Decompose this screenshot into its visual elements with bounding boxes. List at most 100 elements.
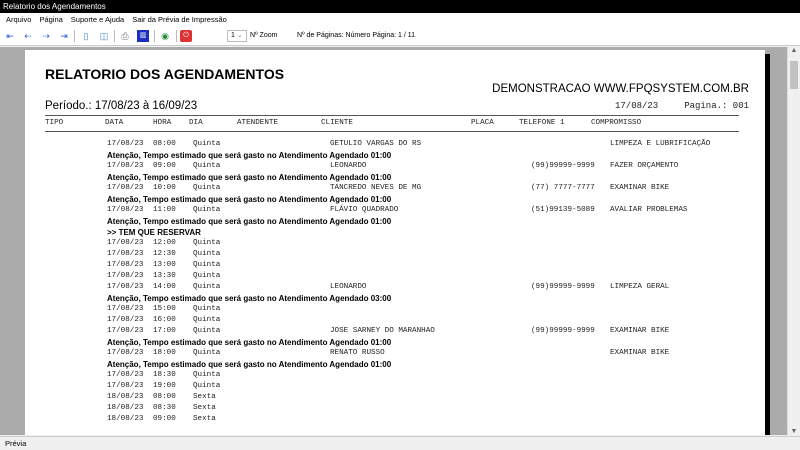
page-select[interactable]: 1 ⌄ <box>227 30 247 42</box>
cell-time: 09:00 <box>153 162 176 170</box>
cell-date: 17/08/23 <box>107 140 144 148</box>
cell-day: Quinta <box>193 371 221 379</box>
cell-day: Sexta <box>193 393 216 401</box>
print-icon[interactable]: ⎙ <box>119 30 131 42</box>
attention-note: Atenção, Tempo estimado que será gasto n… <box>107 195 392 204</box>
menu-bar: Arquivo Página Suporte e Ajuda Sair da P… <box>0 13 800 26</box>
cell-date: 18/08/23 <box>107 393 144 401</box>
cell-date: 17/08/23 <box>107 250 144 258</box>
close-preview-icon[interactable]: ⏻ <box>180 30 192 42</box>
cell-date: 17/08/23 <box>107 206 144 214</box>
col-placa: PLACA <box>471 119 494 127</box>
cell-date: 17/08/23 <box>107 162 144 170</box>
cell-phone: (99)99999-9999 <box>531 162 595 170</box>
col-tipo: TIPO <box>45 119 64 127</box>
menu-suporte[interactable]: Suporte e Ajuda <box>71 13 124 26</box>
cell-date: 17/08/23 <box>107 272 144 280</box>
page-select-value: 1 <box>231 32 235 39</box>
cell-time: 12:00 <box>153 239 176 247</box>
cell-phone: (51)99139-5089 <box>531 206 595 214</box>
cell-phone: (99)99999-9999 <box>531 283 595 291</box>
cell-day: Quinta <box>193 316 221 324</box>
cell-date: 17/08/23 <box>107 371 144 379</box>
attention-note: >> TEM QUE RESERVAR <box>107 228 201 237</box>
col-telefone: TELEFONE 1 <box>519 119 565 127</box>
report-page: RELATORIO DOS AGENDAMENTOS DEMONSTRACAO … <box>25 50 765 435</box>
cell-date: 17/08/23 <box>107 184 144 192</box>
cell-day: Quinta <box>193 349 221 357</box>
cell-time: 11:00 <box>153 206 176 214</box>
cell-day: Quinta <box>193 382 221 390</box>
cell-day: Quinta <box>193 250 221 258</box>
attention-note: Atenção, Tempo estimado que será gasto n… <box>107 217 392 226</box>
cell-task: EXAMINAR BIKE <box>610 327 670 335</box>
cell-date: 17/08/23 <box>107 316 144 324</box>
cell-time: 09:00 <box>153 415 176 423</box>
cell-client: RENATO RUSSO <box>330 349 385 357</box>
cell-time: 17:00 <box>153 327 176 335</box>
cell-time: 08:00 <box>153 393 176 401</box>
cell-day: Quinta <box>193 283 221 291</box>
cell-day: Sexta <box>193 415 216 423</box>
cell-day: Quinta <box>193 140 221 148</box>
cell-task: LIMPEZA E LUBRIFICAÇÃO <box>610 140 711 148</box>
col-dia: DIA <box>189 119 203 127</box>
pages-label: Nº de Páginas: Número Página: 1 / 11 <box>297 32 415 39</box>
cell-day: Quinta <box>193 239 221 247</box>
zoom-label: Nº Zoom <box>250 32 278 39</box>
cell-day: Quinta <box>193 305 221 313</box>
single-page-icon[interactable]: ▯ <box>80 30 92 42</box>
cell-date: 17/08/23 <box>107 239 144 247</box>
next-page-icon[interactable]: ⇢ <box>40 30 52 42</box>
menu-arquivo[interactable]: Arquivo <box>6 13 31 26</box>
cell-task: EXAMINAR BIKE <box>610 349 670 357</box>
company-name: DEMONSTRACAO WWW.FPQSYSTEM.COM.BR <box>492 83 749 95</box>
attention-note: Atenção, Tempo estimado que será gasto n… <box>107 360 392 369</box>
cell-task: LIMPEZA GERAL <box>610 283 670 291</box>
cell-date: 17/08/23 <box>107 382 144 390</box>
cell-time: 13:30 <box>153 272 176 280</box>
first-page-icon[interactable]: ⇤ <box>4 30 16 42</box>
cell-time: 13:00 <box>153 261 176 269</box>
two-pages-icon[interactable]: ◫ <box>98 30 110 42</box>
cell-day: Quinta <box>193 206 221 214</box>
attention-note: Atenção, Tempo estimado que será gasto n… <box>107 173 392 182</box>
col-cliente: CLIENTE <box>321 119 353 127</box>
attention-note: Atenção, Tempo estimado que será gasto n… <box>107 151 392 160</box>
web-icon[interactable]: ◉ <box>159 30 171 42</box>
last-page-icon[interactable]: ⇥ <box>58 30 70 42</box>
cell-task: AVALIAR PROBLEMAS <box>610 206 688 214</box>
menu-sair-previa[interactable]: Sair da Prévia de Impressão <box>132 13 227 26</box>
cell-time: 12:30 <box>153 250 176 258</box>
scroll-thumb[interactable] <box>790 61 798 89</box>
cell-client: LEONARDO <box>330 283 367 291</box>
cell-date: 17/08/23 <box>107 327 144 335</box>
cell-day: Quinta <box>193 327 221 335</box>
cell-date: 17/08/23 <box>107 305 144 313</box>
cell-date: 17/08/23 <box>107 261 144 269</box>
cell-time: 14:00 <box>153 283 176 291</box>
menu-pagina[interactable]: Página <box>39 13 62 26</box>
col-data: DATA <box>105 119 124 127</box>
prev-page-icon[interactable]: ⇠ <box>22 30 34 42</box>
cell-phone: (99)99999-9999 <box>531 327 595 335</box>
cell-client: TANCREDO NEVES DE MG <box>330 184 422 192</box>
cell-task: EXAMINAR BIKE <box>610 184 670 192</box>
cell-day: Sexta <box>193 404 216 412</box>
cell-client: JOSE SARNEY DO MARANHAO <box>330 327 435 335</box>
vertical-scrollbar[interactable]: ▲ ▼ <box>787 47 800 435</box>
cell-date: 17/08/23 <box>107 283 144 291</box>
cell-client: GETULIO VARGAS DO RS <box>330 140 422 148</box>
cell-date: 17/08/23 <box>107 349 144 357</box>
cell-day: Quinta <box>193 272 221 280</box>
cell-date: 18/08/23 <box>107 415 144 423</box>
cell-time: 15:00 <box>153 305 176 313</box>
page-number: Pagina.: 001 <box>684 101 749 111</box>
cell-time: 18:30 <box>153 371 176 379</box>
cell-time: 19:00 <box>153 382 176 390</box>
export-icon[interactable]: ▥ <box>137 30 149 42</box>
cell-client: FLÁVIO QUADRADO <box>330 206 399 214</box>
cell-time: 08:30 <box>153 404 176 412</box>
toolbar: ⇤ ⇠ ⇢ ⇥ ▯ ◫ ⎙ ▥ ◉ ⏻ 1 ⌄ Nº Zoom Nº de Pá… <box>0 26 800 46</box>
preview-area: RELATORIO DOS AGENDAMENTOS DEMONSTRACAO … <box>0 47 787 435</box>
